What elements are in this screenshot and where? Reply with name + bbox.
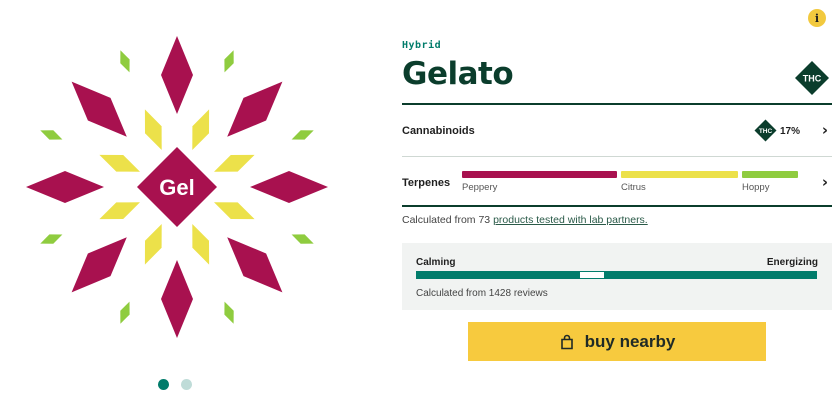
thc-percentage: 17% (780, 126, 801, 137)
thc-small-badge-icon: THC (754, 119, 777, 142)
strain-flower-graphic: Gel (26, 36, 328, 338)
lab-partners-link[interactable]: products tested with lab partners. (493, 214, 648, 226)
cannabinoids-row[interactable]: Cannabinoids THC 17% › (402, 105, 832, 156)
yellow-petal (99, 154, 140, 172)
effects-scale (416, 271, 817, 279)
strain-abbreviation: Gel (159, 175, 194, 200)
carousel-dots (158, 379, 192, 390)
terpene-name-peppery: Peppery (462, 182, 498, 193)
magenta-petal (161, 36, 193, 114)
yellow-petal (192, 109, 210, 150)
calming-label: Calming (416, 257, 456, 268)
carousel-dot-2[interactable] (181, 379, 192, 390)
calculation-prefix: Calculated from 73 (402, 214, 491, 226)
magenta-petal (250, 171, 328, 203)
yellow-petal (214, 202, 255, 220)
buy-nearby-label: buy nearby (584, 331, 676, 351)
yellow-petal (214, 154, 255, 172)
magenta-petal (71, 81, 127, 137)
lab-calculation-note: Calculated from 73 products tested with … (402, 214, 648, 226)
terpene-bar-citrus (621, 171, 738, 178)
terpene-bar-hoppy (742, 171, 798, 178)
yellow-petal (144, 109, 162, 150)
green-petal (291, 130, 314, 140)
strain-details: Hybrid Gelato THC Cannabinoids THC 17% ›… (402, 0, 832, 406)
terpene-name-hoppy: Hoppy (742, 182, 770, 193)
energizing-label: Energizing (766, 257, 818, 268)
magenta-petal (161, 260, 193, 338)
magenta-petal (26, 171, 104, 203)
divider (402, 205, 832, 207)
yellow-petal (144, 224, 162, 265)
terpenes-label: Terpenes (402, 177, 451, 189)
magenta-petal (71, 237, 127, 293)
green-petal (120, 301, 130, 324)
green-petal (120, 50, 130, 73)
cannabinoids-label: Cannabinoids (402, 125, 475, 137)
chevron-right-icon: › (821, 121, 828, 139)
green-petal (40, 130, 63, 140)
strain-type: Hybrid (402, 40, 442, 51)
green-petal (224, 50, 234, 73)
thc-badge-icon: THC (795, 61, 829, 95)
green-petal (291, 234, 314, 244)
strain-name: Gelato (402, 56, 514, 92)
yellow-petal (99, 202, 140, 220)
terpene-name-citrus: Citrus (621, 182, 646, 193)
shopping-bag-icon (560, 334, 573, 349)
green-petal (40, 234, 63, 244)
yellow-petal (192, 224, 210, 265)
carousel-dot-1[interactable] (158, 379, 169, 390)
green-petal (224, 301, 234, 324)
terpene-bar-peppery (462, 171, 617, 178)
svg-text:THC: THC (759, 128, 773, 135)
chevron-right-icon: › (821, 173, 828, 191)
terpenes-row[interactable]: Terpenes › (402, 157, 832, 205)
effects-reviews-note: Calculated from 1428 reviews (416, 288, 548, 299)
svg-text:THC: THC (803, 74, 822, 84)
magenta-petal (227, 237, 283, 293)
strain-image-panel: Gel (0, 0, 360, 406)
effects-marker (580, 272, 604, 278)
buy-nearby-button[interactable]: buy nearby (468, 322, 766, 361)
effects-panel: Calming Energizing Calculated from 1428 … (402, 243, 832, 310)
magenta-petal (227, 81, 283, 137)
